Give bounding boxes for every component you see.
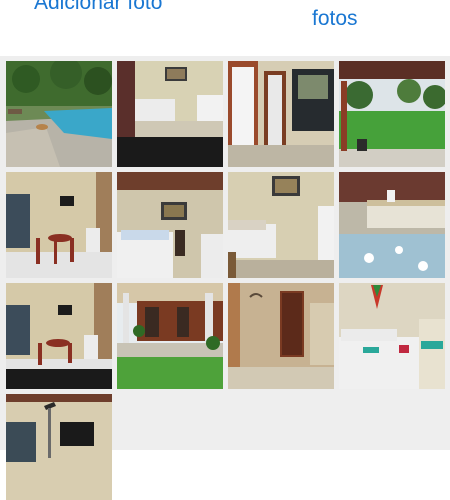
bedroom-twin-beds-photo[interactable] [117,61,223,167]
bedroom-blue-floor-photo-image [339,172,445,278]
garden-lawn-photo[interactable] [339,61,445,167]
bedroom-towels-photo-image [339,283,445,389]
bedroom-tv-photo[interactable] [117,172,223,278]
veranda-photo-image [117,283,223,389]
pool-photo[interactable] [6,61,112,167]
hallway-door-photo-image [228,283,334,389]
room-tv-wall-photo-image [6,394,112,500]
header: Adicionar foto fotos [0,0,450,56]
bedroom-blue-floor-photo[interactable] [339,172,445,278]
room-tv-wall-photo[interactable] [6,394,112,500]
doorway-photo[interactable] [228,61,334,167]
doorway-photo-image [228,61,334,167]
hallway-door-photo[interactable] [228,283,334,389]
veranda-photo[interactable] [117,283,223,389]
bedroom-twin-beds-photo-image [117,61,223,167]
bedroom-beds-photo[interactable] [228,172,334,278]
add-photo-link[interactable]: Adicionar foto [34,0,162,15]
room-table-chairs-2-photo[interactable] [6,283,112,389]
room-table-chairs-photo[interactable] [6,172,112,278]
see-photos-link[interactable]: fotos [312,7,358,31]
room-table-chairs-2-photo-image [6,283,112,389]
bedroom-tv-photo-image [117,172,223,278]
bedroom-towels-photo[interactable] [339,283,445,389]
room-table-chairs-photo-image [6,172,112,278]
photo-gallery [0,56,450,500]
bedroom-beds-photo-image [228,172,334,278]
pool-photo-image [6,61,112,167]
garden-lawn-photo-image [339,61,445,167]
